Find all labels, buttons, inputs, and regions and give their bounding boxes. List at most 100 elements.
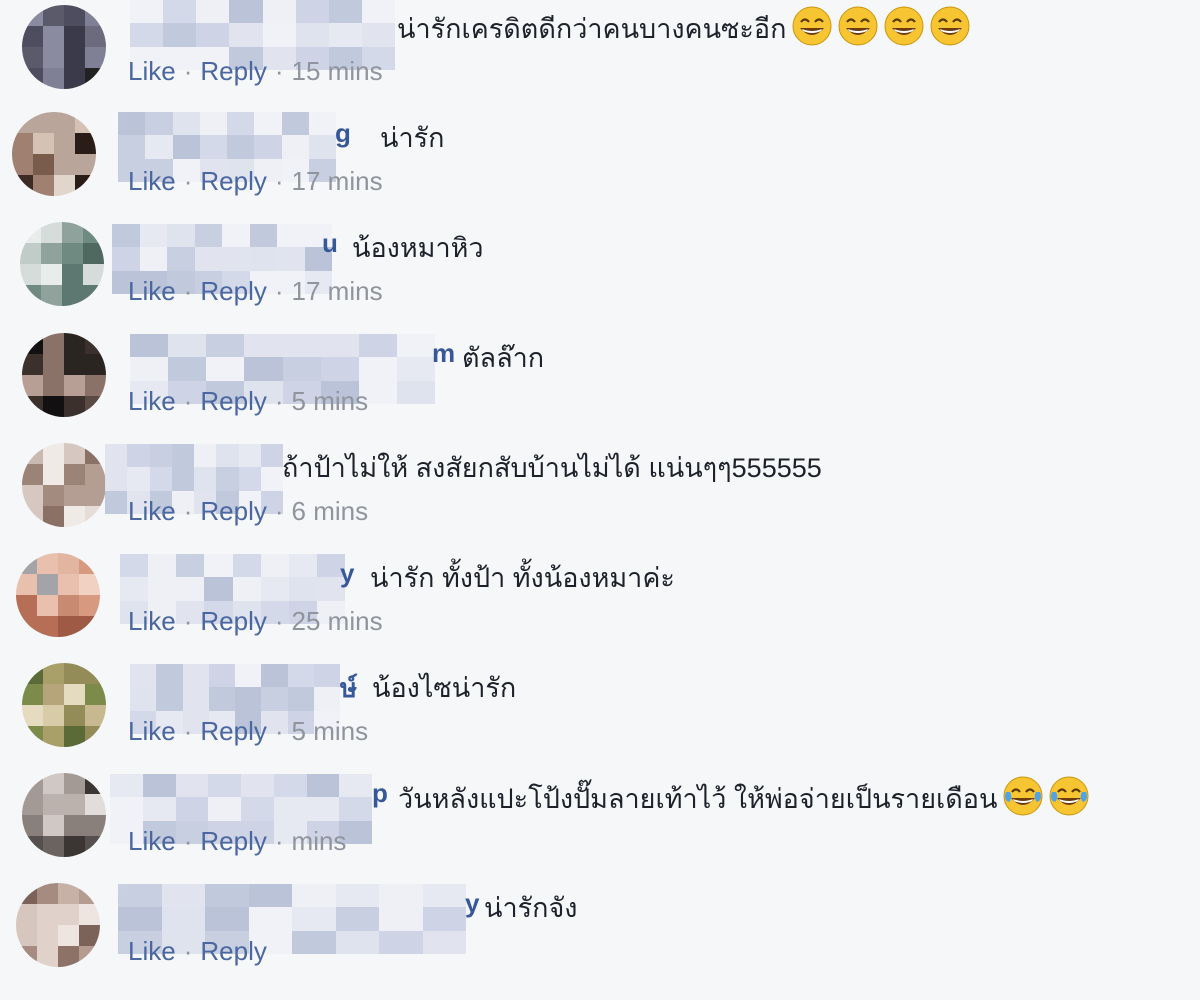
comment-item: ษ์ น้องไซน่ารัก Like · Reply · 5 mins bbox=[0, 660, 1200, 770]
reply-link[interactable]: Reply bbox=[200, 276, 266, 306]
separator-dot: · bbox=[274, 606, 284, 636]
separator-dot: · bbox=[183, 386, 193, 416]
comment-body: ถ้าป้าไม่ให้ สงสัยกสับบ้านไม่ได้ แน่นๆๆ5… bbox=[282, 453, 822, 483]
separator-dot: · bbox=[183, 56, 193, 86]
tears-of-joy-emoji-icon bbox=[1049, 776, 1089, 816]
reply-link[interactable]: Reply bbox=[200, 166, 266, 196]
comment-text: วันหลังแปะโป้งปั๊มลายเท้าไว้ ให้พ่อจ่ายเ… bbox=[398, 776, 1089, 820]
like-link[interactable]: Like bbox=[128, 716, 176, 746]
like-link[interactable]: Like bbox=[128, 386, 176, 416]
avatar[interactable] bbox=[16, 883, 100, 967]
separator-dot: · bbox=[183, 496, 193, 526]
comment-text: น้องไซน่ารัก bbox=[372, 666, 516, 709]
comment-meta: Like · Reply · 15 mins bbox=[128, 56, 383, 87]
comment-text: น่ารักจัง bbox=[484, 886, 577, 929]
comment-body: น่ารักจัง bbox=[484, 893, 578, 923]
comment-item: ถ้าป้าไม่ให้ สงสัยกสับบ้านไม่ได้ แน่นๆๆ5… bbox=[0, 440, 1200, 550]
commenter-name[interactable]: u bbox=[322, 228, 338, 259]
comment-body: น้องหมาหิว bbox=[352, 233, 484, 263]
comment-body: น่ารัก bbox=[380, 123, 445, 153]
timestamp[interactable]: 25 mins bbox=[292, 606, 383, 636]
like-link[interactable]: Like bbox=[128, 276, 176, 306]
separator-dot: · bbox=[183, 826, 193, 856]
separator-dot: · bbox=[274, 166, 284, 196]
avatar[interactable] bbox=[22, 773, 106, 857]
avatar[interactable] bbox=[22, 443, 106, 527]
separator-dot: · bbox=[274, 826, 284, 856]
separator-dot: · bbox=[274, 276, 284, 306]
comment-meta: Like · Reply · 5 mins bbox=[128, 386, 368, 417]
commenter-name[interactable]: p bbox=[372, 778, 388, 809]
like-link[interactable]: Like bbox=[128, 606, 176, 636]
like-link[interactable]: Like bbox=[128, 56, 176, 86]
comment-meta: Like · Reply · 25 mins bbox=[128, 606, 383, 637]
timestamp[interactable]: 6 mins bbox=[292, 496, 369, 526]
separator-dot: · bbox=[183, 276, 193, 306]
like-link[interactable]: Like bbox=[128, 166, 176, 196]
avatar[interactable] bbox=[16, 553, 100, 637]
timestamp[interactable]: 17 mins bbox=[292, 166, 383, 196]
commenter-name[interactable]: m bbox=[432, 338, 455, 369]
grinning-emoji-icon bbox=[930, 6, 970, 46]
like-link[interactable]: Like bbox=[128, 936, 176, 966]
comment-item: u น้องหมาหิว Like · Reply · 17 mins bbox=[0, 220, 1200, 330]
avatar[interactable] bbox=[22, 5, 106, 89]
timestamp[interactable]: 17 mins bbox=[292, 276, 383, 306]
timestamp[interactable]: 5 mins bbox=[292, 386, 369, 416]
comment-item: น่ารักเครดิตดีกว่าคนบางคนซะอีก Like · Reply… bbox=[0, 0, 1200, 110]
avatar[interactable] bbox=[22, 663, 106, 747]
comment-text: น้องหมาหิว bbox=[352, 226, 484, 269]
avatar[interactable] bbox=[22, 333, 106, 417]
reply-link[interactable]: Reply bbox=[200, 936, 266, 966]
comment-text: น่ารัก ทั้งป้า ทั้งน้องหมาค่ะ bbox=[370, 556, 675, 599]
avatar[interactable] bbox=[12, 112, 96, 196]
comment-item: m ตัลล๊าก Like · Reply · 5 mins bbox=[0, 330, 1200, 440]
timestamp[interactable]: 5 mins bbox=[292, 716, 369, 746]
comment-body: วันหลังแปะโป้งปั๊มลายเท้าไว้ ให้พ่อจ่ายเ… bbox=[398, 784, 998, 814]
comment-meta: Like · Reply · 17 mins bbox=[128, 166, 383, 197]
separator-dot: · bbox=[183, 716, 193, 746]
commenter-name[interactable]: g bbox=[335, 118, 351, 149]
avatar[interactable] bbox=[20, 222, 104, 306]
grinning-emoji-icon bbox=[884, 6, 924, 46]
like-link[interactable]: Like bbox=[128, 826, 176, 856]
reply-link[interactable]: Reply bbox=[200, 826, 266, 856]
reply-link[interactable]: Reply bbox=[200, 496, 266, 526]
separator-dot: · bbox=[183, 936, 193, 966]
comment-item: y น่ารัก ทั้งป้า ทั้งน้องหมาค่ะ Like · Reply… bbox=[0, 550, 1200, 660]
separator-dot: · bbox=[183, 166, 193, 196]
comment-body: ตัลล๊าก bbox=[462, 343, 545, 373]
reply-link[interactable]: Reply bbox=[200, 56, 266, 86]
comment-text: น่ารักเครดิตดีกว่าคนบางคนซะอีก bbox=[397, 6, 970, 50]
separator-dot: · bbox=[274, 56, 284, 86]
timestamp[interactable]: 15 mins bbox=[292, 56, 383, 86]
separator-dot: · bbox=[183, 606, 193, 636]
comment-text: ตัลล๊าก bbox=[462, 336, 544, 379]
reply-link[interactable]: Reply bbox=[200, 386, 266, 416]
separator-dot: · bbox=[274, 386, 284, 416]
comment-meta: Like · Reply · 5 mins bbox=[128, 716, 368, 747]
commenter-name[interactable]: y bbox=[465, 888, 479, 919]
separator-dot: · bbox=[274, 716, 284, 746]
separator-dot: · bbox=[274, 496, 284, 526]
comment-item: g น่ารัก Like · Reply · 17 mins bbox=[0, 110, 1200, 220]
grinning-emoji-icon bbox=[792, 6, 832, 46]
timestamp[interactable]: mins bbox=[292, 826, 347, 856]
reply-link[interactable]: Reply bbox=[200, 716, 266, 746]
commenter-name[interactable]: y bbox=[340, 558, 354, 589]
comment-meta: Like · Reply · 6 mins bbox=[128, 496, 368, 527]
comment-body: น่ารักเครดิตดีกว่าคนบางคนซะอีก bbox=[397, 14, 787, 44]
comment-text: ถ้าป้าไม่ให้ สงสัยกสับบ้านไม่ได้ แน่นๆๆ5… bbox=[282, 446, 822, 489]
reply-link[interactable]: Reply bbox=[200, 606, 266, 636]
commenter-name[interactable]: ษ์ bbox=[340, 668, 357, 709]
like-link[interactable]: Like bbox=[128, 496, 176, 526]
grinning-emoji-icon bbox=[838, 6, 878, 46]
comment-meta: Like · Reply · mins bbox=[128, 826, 346, 857]
tears-of-joy-emoji-icon bbox=[1003, 776, 1043, 816]
comment-body: น่ารัก ทั้งป้า ทั้งน้องหมาค่ะ bbox=[370, 563, 675, 593]
comment-meta: Like · Reply bbox=[128, 936, 267, 967]
comment-meta: Like · Reply · 17 mins bbox=[128, 276, 383, 307]
comment-text: น่ารัก bbox=[380, 116, 444, 159]
comment-item: p วันหลังแปะโป้งปั๊มลายเท้าไว้ ให้พ่อจ่าย… bbox=[0, 770, 1200, 880]
comment-item: y น่ารักจัง Like · Reply bbox=[0, 880, 1200, 990]
